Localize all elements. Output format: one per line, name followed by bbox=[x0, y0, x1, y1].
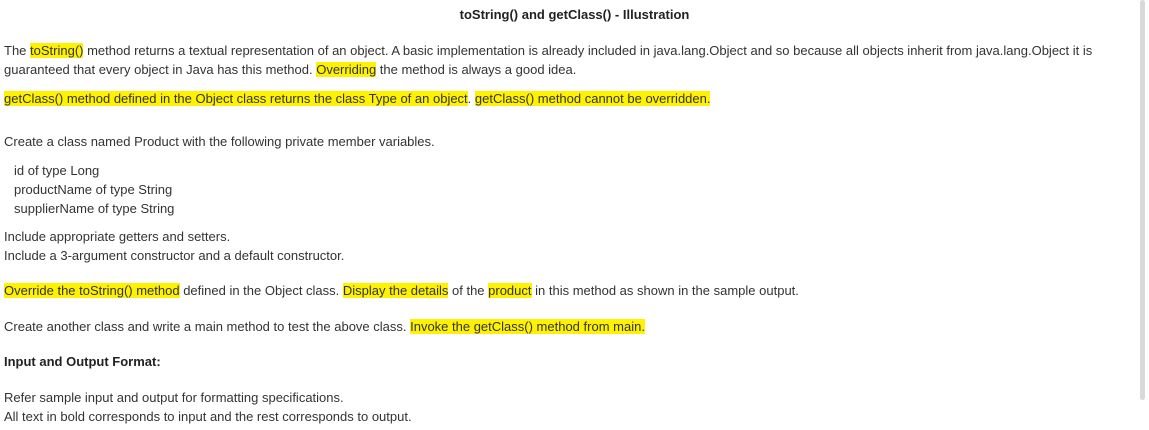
paragraph-line: guaranteed that every object in Java has… bbox=[4, 60, 1144, 79]
paragraph-override: Override the toString() method defined i… bbox=[4, 281, 1144, 300]
text-run: method returns a textual representation … bbox=[83, 43, 1093, 58]
paragraph-line: The toString() method returns a textual … bbox=[4, 41, 1144, 60]
text-run: in this method as shown in the sample ou… bbox=[531, 283, 799, 298]
highlighted-text: product bbox=[488, 283, 532, 298]
list-item: supplierName of type String bbox=[14, 201, 175, 216]
text-run: guaranteed that every object in Java has… bbox=[4, 62, 317, 77]
highlighted-text: toString() bbox=[30, 43, 84, 58]
paragraph-format: Refer sample input and output for format… bbox=[4, 388, 1144, 426]
list-item: id of type Long bbox=[14, 163, 100, 178]
paragraph-main-method: Create another class and write a main me… bbox=[4, 317, 1144, 336]
paragraph-tostring: The toString() method returns a textual … bbox=[4, 41, 1144, 79]
text-run: of the bbox=[448, 283, 489, 298]
highlighted-text: Display the details bbox=[342, 283, 449, 298]
vertical-scrollbar[interactable] bbox=[1140, 0, 1145, 400]
highlighted-text: Invoke the getClass() method from main. bbox=[410, 319, 645, 334]
text-run: defined in the Object class. bbox=[179, 283, 343, 298]
text-run: . bbox=[467, 91, 475, 106]
paragraph-line: Override the toString() method defined i… bbox=[4, 281, 1144, 300]
paragraph-line: All text in bold corresponds to input an… bbox=[4, 409, 412, 424]
paragraph-line: Include a 3-argument constructor and a d… bbox=[4, 248, 345, 263]
paragraph-line: Refer sample input and output for format… bbox=[4, 390, 344, 405]
paragraph-create-class: Create a class named Product with the fo… bbox=[4, 134, 435, 149]
highlighted-text: Override the toString() method bbox=[4, 283, 180, 298]
section-heading: Input and Output Format: bbox=[4, 354, 161, 369]
text-run: The bbox=[4, 43, 31, 58]
paragraph-include: Include appropriate getters and setters.… bbox=[4, 227, 1144, 265]
document-page: toString() and getClass() - Illustration… bbox=[0, 0, 1140, 430]
paragraph-getclass: getClass() method defined in the Object … bbox=[4, 89, 1144, 108]
highlighted-text: Overriding bbox=[316, 62, 377, 77]
text-run: the method is always a good idea. bbox=[376, 62, 577, 77]
page-title: toString() and getClass() - Illustration bbox=[459, 7, 690, 22]
paragraph-line: Create another class and write a main me… bbox=[4, 317, 1144, 336]
paragraph-line: getClass() method defined in the Object … bbox=[4, 89, 1144, 108]
highlighted-text: getClass() method cannot be overridden. bbox=[474, 91, 711, 106]
list-item: productName of type String bbox=[14, 182, 173, 197]
text-run: Create another class and write a main me… bbox=[4, 319, 411, 334]
member-list: id of type Long productName of type Stri… bbox=[14, 161, 1149, 218]
paragraph-line: Include appropriate getters and setters. bbox=[4, 229, 231, 244]
highlighted-text: getClass() method defined in the Object … bbox=[4, 91, 468, 106]
